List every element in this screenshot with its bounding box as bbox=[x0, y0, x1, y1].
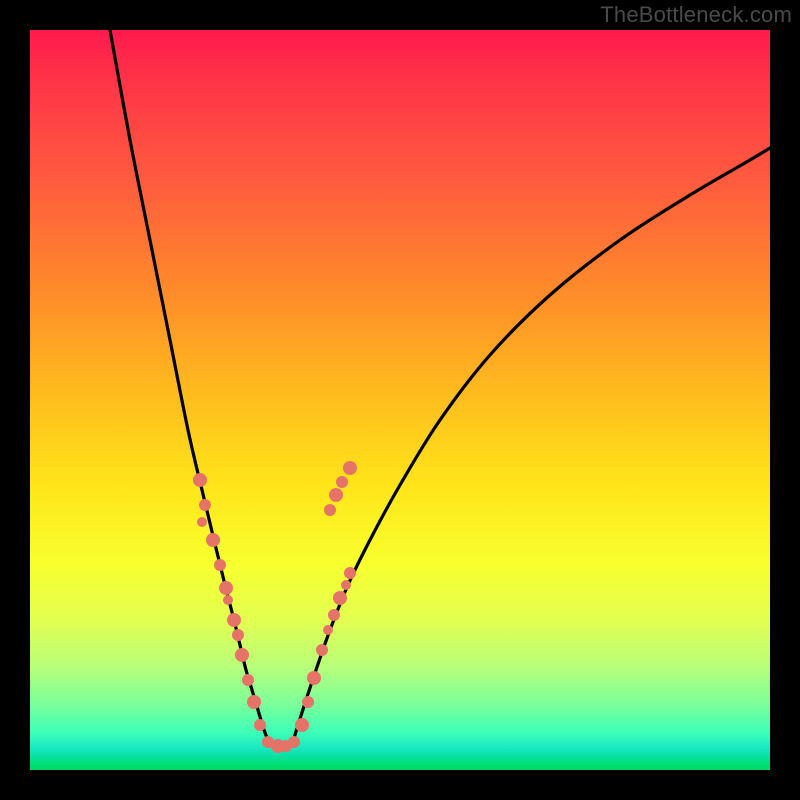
data-point-left bbox=[254, 719, 266, 731]
chart-plot-area bbox=[30, 30, 770, 770]
data-point-right bbox=[324, 504, 336, 516]
data-point-left bbox=[223, 595, 233, 605]
data-point-bottom bbox=[288, 736, 300, 748]
data-point-right bbox=[344, 567, 356, 579]
data-point-right bbox=[333, 591, 347, 605]
data-point-right bbox=[316, 644, 328, 656]
data-point-right bbox=[343, 461, 357, 475]
data-point-left bbox=[247, 695, 261, 709]
watermark-text: TheBottleneck.com bbox=[600, 2, 792, 28]
data-point-right bbox=[323, 625, 333, 635]
data-point-left bbox=[219, 581, 233, 595]
data-point-left bbox=[206, 533, 220, 547]
data-point-right bbox=[307, 671, 321, 685]
data-point-left bbox=[214, 559, 226, 571]
curve-right bbox=[292, 148, 770, 745]
data-point-left bbox=[193, 473, 207, 487]
data-point-left bbox=[235, 648, 249, 662]
data-point-right bbox=[336, 476, 348, 488]
data-point-left bbox=[197, 517, 207, 527]
data-point-right bbox=[341, 580, 351, 590]
chart-svg bbox=[30, 30, 770, 770]
data-point-right bbox=[295, 718, 309, 732]
data-point-right bbox=[328, 609, 340, 621]
data-point-left bbox=[232, 629, 244, 641]
data-point-left bbox=[227, 613, 241, 627]
curve-left bbox=[110, 30, 270, 745]
data-point-right bbox=[302, 696, 314, 708]
data-point-left bbox=[242, 674, 254, 686]
data-point-right bbox=[329, 488, 343, 502]
data-point-left bbox=[199, 499, 211, 511]
